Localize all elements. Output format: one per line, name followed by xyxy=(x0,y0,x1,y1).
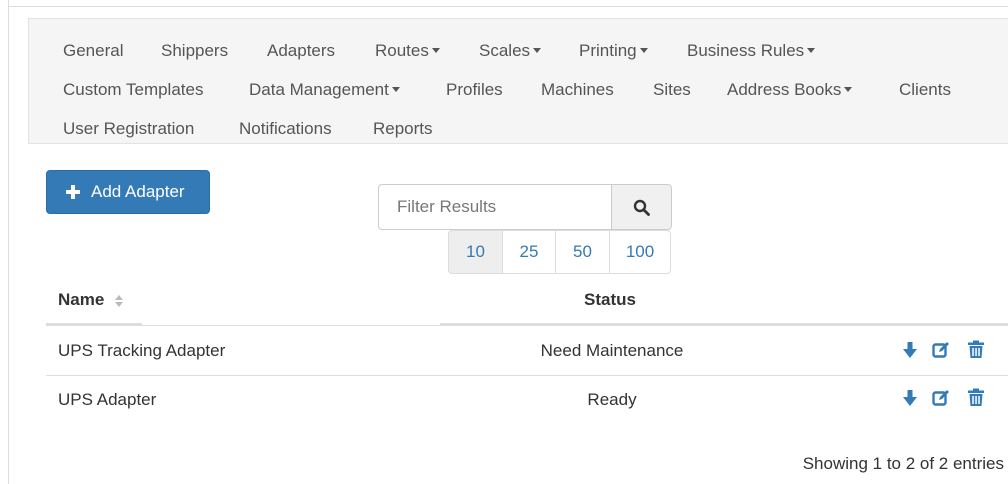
download-icon[interactable] xyxy=(901,389,919,407)
caret-down-icon xyxy=(844,87,853,93)
cell-name: UPS Adapter xyxy=(58,390,157,409)
nav-label: Reports xyxy=(373,119,433,138)
page-size-label: 25 xyxy=(519,242,539,261)
nav-general[interactable]: General xyxy=(63,41,123,61)
search-icon xyxy=(633,199,650,216)
nav-printing-dropdown[interactable]: Printing xyxy=(579,41,648,61)
nav-address-books-dropdown[interactable]: Address Books xyxy=(727,80,853,100)
nav-label: Shippers xyxy=(161,41,229,60)
column-header-name[interactable]: Name xyxy=(58,290,124,310)
nav-label: Business Rules xyxy=(687,41,805,60)
nav-sites[interactable]: Sites xyxy=(653,80,691,100)
download-icon[interactable] xyxy=(901,341,919,359)
page-size-label: 100 xyxy=(625,242,655,261)
nav-label: Custom Templates xyxy=(63,80,204,99)
cell-status: Ready xyxy=(587,390,637,409)
nav-label: Clients xyxy=(899,80,951,99)
search-button[interactable] xyxy=(611,184,672,230)
nav-label: User Registration xyxy=(63,119,195,138)
edit-icon[interactable] xyxy=(932,341,950,359)
caret-down-icon xyxy=(533,48,542,54)
nav-label: Sites xyxy=(653,80,691,99)
nav-shippers[interactable]: Shippers xyxy=(161,41,228,61)
caret-down-icon xyxy=(431,48,440,54)
caret-down-icon xyxy=(391,87,400,93)
nav-routes-dropdown[interactable]: Routes xyxy=(375,41,440,61)
nav-data-management-dropdown[interactable]: Data Management xyxy=(249,80,400,100)
nav-user-registration[interactable]: User Registration xyxy=(63,119,194,139)
column-header-label: Status xyxy=(584,290,636,309)
page-size-25[interactable]: 25 xyxy=(502,230,556,274)
page-size-label: 50 xyxy=(573,242,592,261)
caret-down-icon xyxy=(807,48,816,54)
page-size-100[interactable]: 100 xyxy=(609,230,671,274)
page-size-group: 10 25 50 100 xyxy=(448,230,671,274)
nav-label: Routes xyxy=(375,41,429,60)
cell-name: UPS Tracking Adapter xyxy=(58,341,226,360)
trash-icon[interactable] xyxy=(967,388,985,406)
page-size-50[interactable]: 50 xyxy=(555,230,610,274)
nav-profiles[interactable]: Profiles xyxy=(446,80,503,100)
add-adapter-label: Add Adapter xyxy=(91,182,185,201)
add-adapter-button[interactable]: Add Adapter xyxy=(46,170,210,214)
nav-label: Printing xyxy=(579,41,637,60)
nav-label: Data Management xyxy=(249,80,389,99)
filter-input[interactable] xyxy=(378,184,612,230)
plus-icon xyxy=(66,185,80,199)
nav-scales-dropdown[interactable]: Scales xyxy=(479,41,542,61)
nav-label: Profiles xyxy=(446,80,503,99)
nav-label: Address Books xyxy=(727,80,842,99)
column-header-label: Name xyxy=(58,290,105,309)
edit-icon[interactable] xyxy=(932,389,950,407)
table-divider xyxy=(46,325,1008,326)
trash-icon[interactable] xyxy=(967,340,985,358)
nav-notifications[interactable]: Notifications xyxy=(239,119,332,139)
nav-adapters[interactable]: Adapters xyxy=(267,41,335,61)
nav-reports[interactable]: Reports xyxy=(373,119,433,139)
caret-down-icon xyxy=(639,48,648,54)
sort-icon xyxy=(115,294,124,307)
nav-label: Scales xyxy=(479,41,531,60)
nav-label: Adapters xyxy=(267,41,336,60)
nav-machines[interactable]: Machines xyxy=(541,80,614,100)
entries-info: Showing 1 to 2 of 2 entries xyxy=(802,454,1004,473)
settings-nav: General Shippers Adapters Routes Scales … xyxy=(28,18,1008,144)
page-size-label: 10 xyxy=(466,242,485,261)
nav-label: General xyxy=(63,41,124,60)
column-header-status: Status xyxy=(584,290,636,310)
page-size-10[interactable]: 10 xyxy=(448,230,503,274)
nav-custom-templates[interactable]: Custom Templates xyxy=(63,80,203,100)
nav-clients[interactable]: Clients xyxy=(899,80,951,100)
nav-business-rules-dropdown[interactable]: Business Rules xyxy=(687,41,816,61)
nav-label: Notifications xyxy=(239,119,332,138)
nav-label: Machines xyxy=(541,80,614,99)
table-divider xyxy=(46,375,1008,376)
cell-status: Need Maintenance xyxy=(540,341,684,360)
